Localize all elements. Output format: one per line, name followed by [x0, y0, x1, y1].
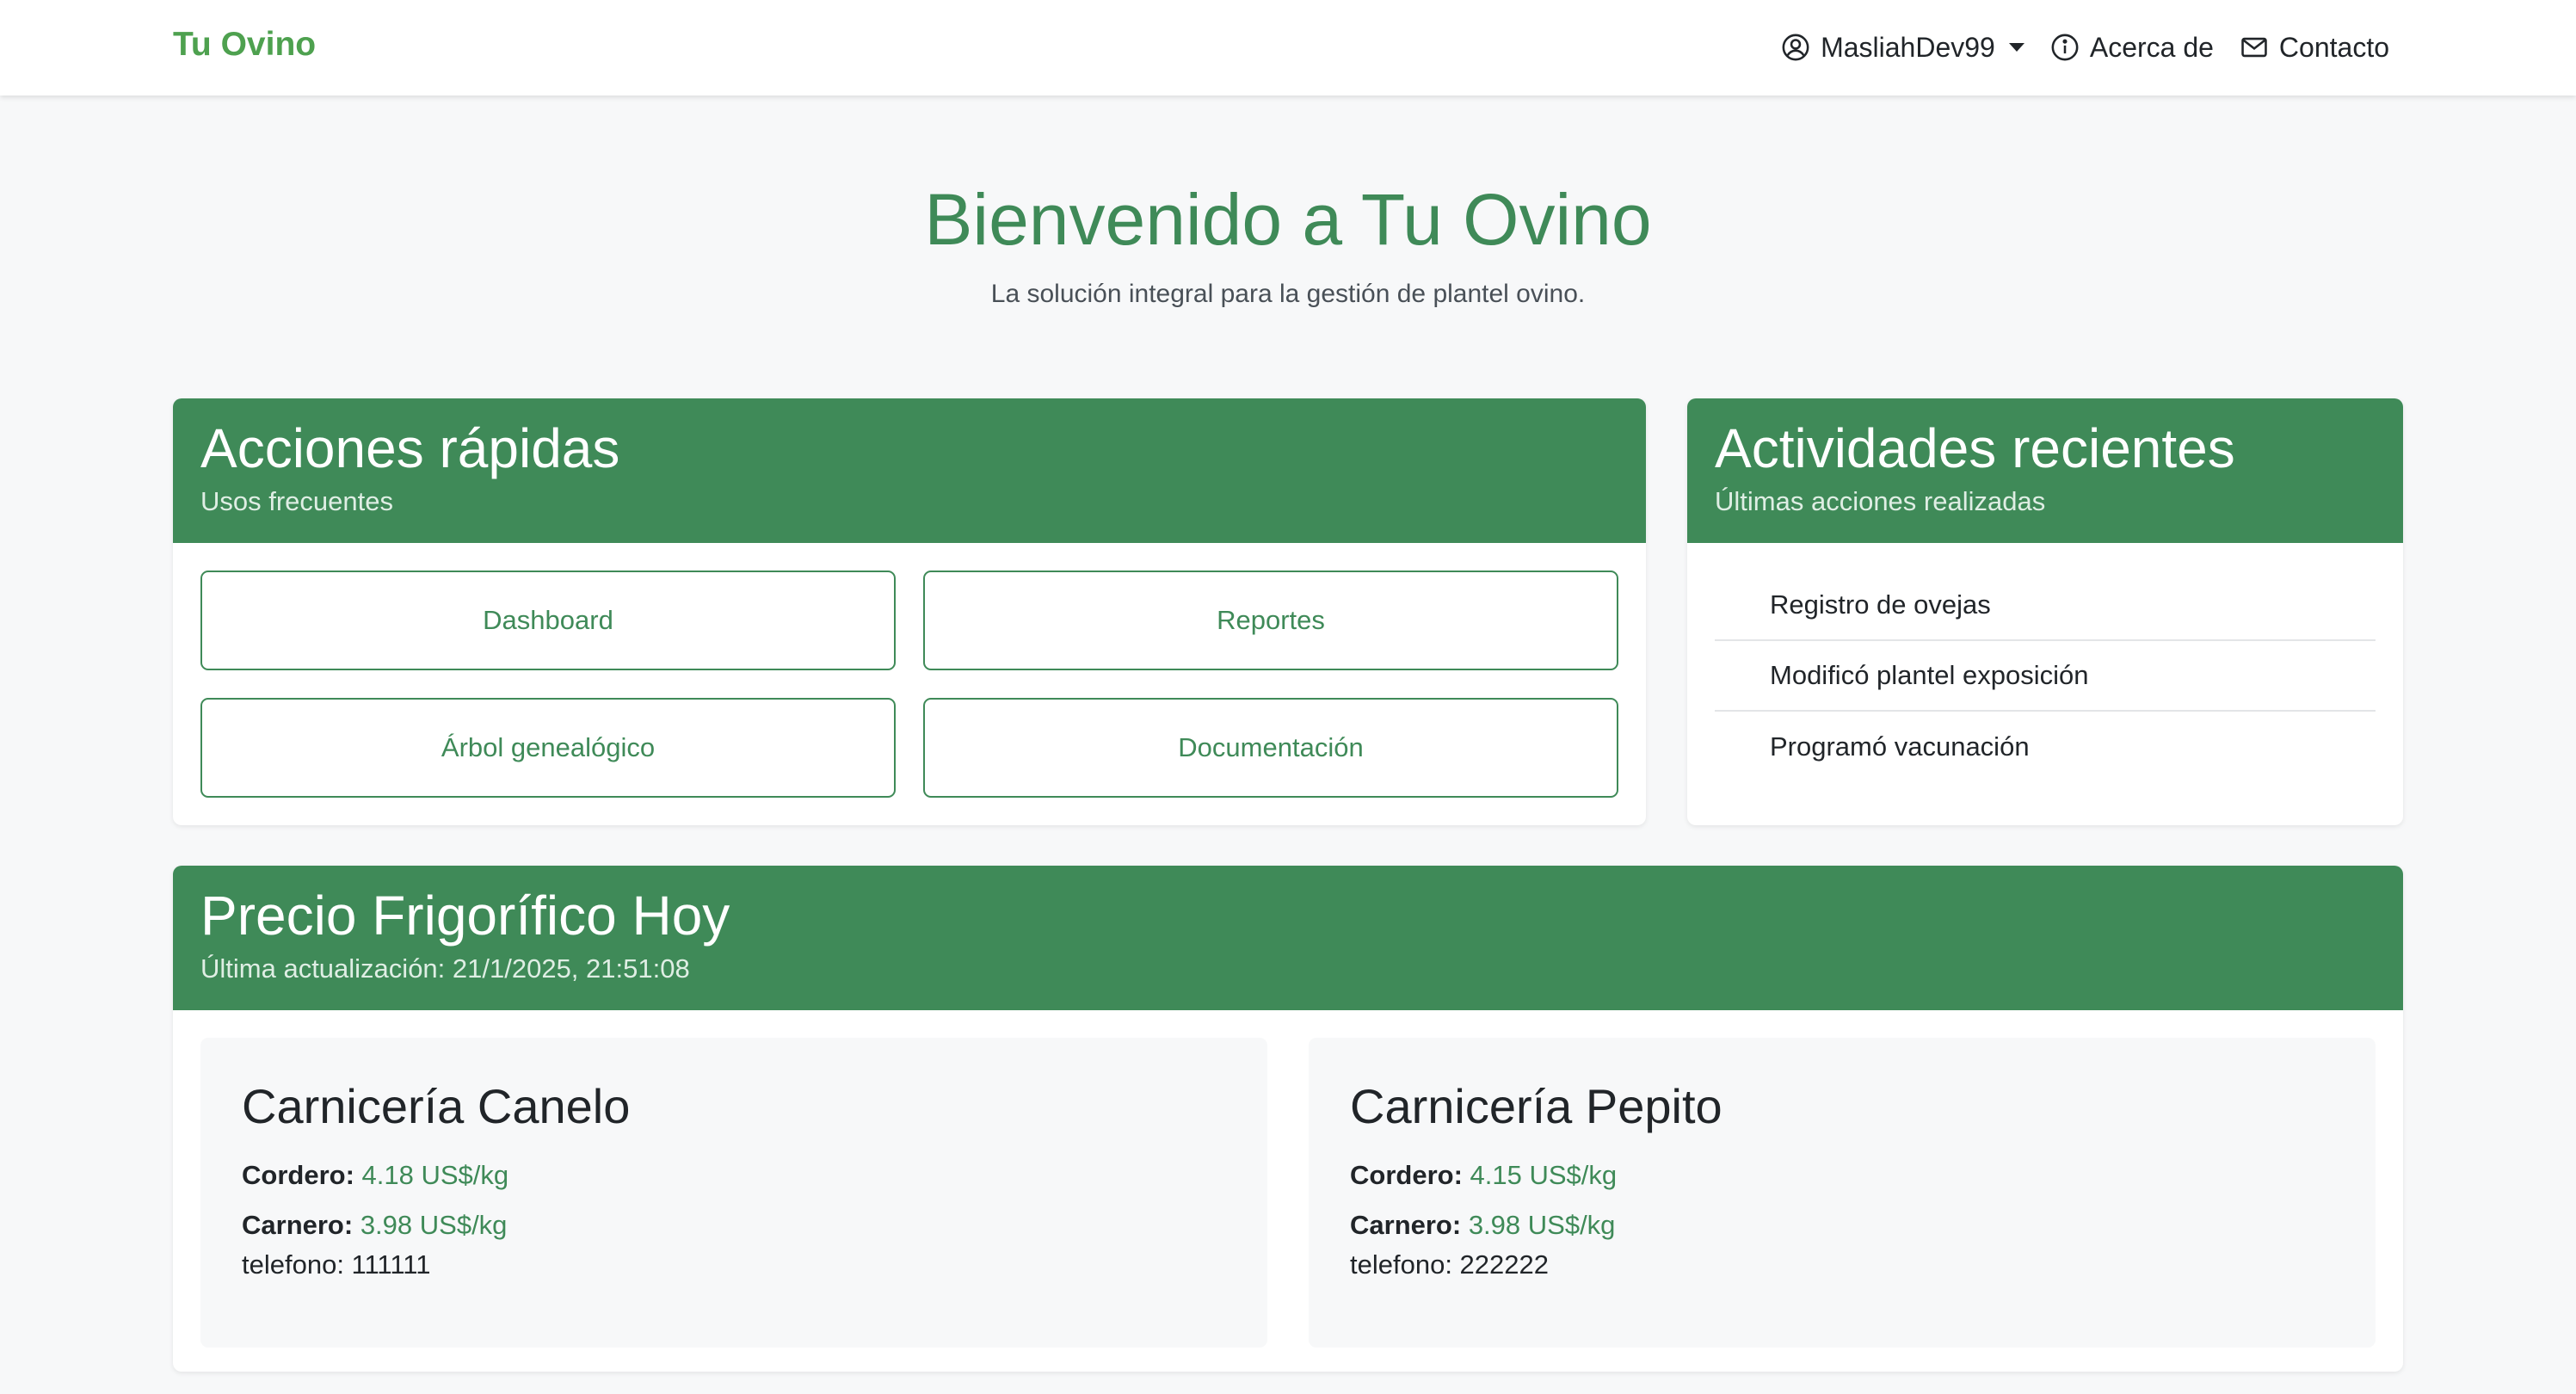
brand-link[interactable]: Tu Ovino [173, 26, 316, 64]
nav-links: MasliahDev99 Acerca de Contacto [1781, 26, 2389, 69]
cordero-value: 4.15 US$/kg [1470, 1160, 1618, 1190]
nav-about-link[interactable]: Acerca de [2050, 32, 2214, 64]
hero-section: Bienvenido a Tu Ovino La solución integr… [0, 176, 2576, 309]
activity-item: Modificó plantel exposición [1715, 641, 2376, 712]
recent-activities-card: Actividades recientes Últimas acciones r… [1687, 398, 2403, 825]
info-circle-icon [2051, 34, 2079, 61]
recent-activities-header: Actividades recientes Últimas acciones r… [1687, 398, 2403, 543]
user-name: MasliahDev99 [1821, 31, 1995, 63]
shop-phone: telefono: 222222 [1350, 1249, 1549, 1280]
recent-activities-title: Actividades recientes [1715, 417, 2235, 479]
quick-actions-card: Acciones rápidas Usos frecuentes Dashboa… [173, 398, 1646, 825]
caret-down-icon [2008, 43, 2024, 52]
carnero-label: Carnero: [1350, 1210, 1469, 1240]
shop-card: Carnicería Canelo Cordero: 4.18 US$/kg C… [200, 1038, 1267, 1348]
price-card: Precio Frigorífico Hoy Última actualizac… [173, 866, 2403, 1372]
carnero-price-row: Carnero: 3.98 US$/kg [242, 1210, 1226, 1241]
page-title: Bienvenido a Tu Ovino [924, 179, 1652, 260]
envelope-icon [2241, 37, 2267, 58]
user-menu-dropdown[interactable]: MasliahDev99 [1781, 32, 2024, 64]
cordero-price-row: Cordero: 4.18 US$/kg [242, 1160, 1226, 1191]
nav-contact-link[interactable]: Contacto [2240, 32, 2389, 64]
documentation-button[interactable]: Documentación [923, 698, 1618, 798]
dashboard-button[interactable]: Dashboard [200, 571, 896, 670]
activity-item: Registro de ovejas [1715, 571, 2376, 641]
quick-actions-title: Acciones rápidas [200, 417, 620, 479]
price-header: Precio Frigorífico Hoy Última actualizac… [173, 866, 2403, 1010]
activity-list: Registro de ovejas Modificó plantel expo… [1715, 571, 2376, 782]
shop-phone: telefono: 111111 [242, 1249, 431, 1280]
nav-contact-label: Contacto [2278, 31, 2389, 63]
family-tree-button[interactable]: Árbol genealógico [200, 698, 896, 798]
recent-activities-subtitle: Últimas acciones realizadas [1715, 486, 2046, 516]
price-last-updated: Última actualización: 21/1/2025, 21:51:0… [200, 953, 690, 984]
cordero-price-row: Cordero: 4.15 US$/kg [1350, 1160, 2334, 1191]
quick-actions-header: Acciones rápidas Usos frecuentes [173, 398, 1646, 543]
user-circle-icon [1782, 34, 1809, 61]
price-title: Precio Frigorífico Hoy [200, 885, 730, 947]
quick-actions-subtitle: Usos frecuentes [200, 486, 393, 516]
cordero-label: Cordero: [1350, 1160, 1470, 1190]
shop-card: Carnicería Pepito Cordero: 4.15 US$/kg C… [1309, 1038, 2376, 1348]
reports-button[interactable]: Reportes [923, 571, 1618, 670]
activity-item: Programó vacunación [1770, 731, 2030, 762]
shops-grid: Carnicería Canelo Cordero: 4.18 US$/kg C… [200, 1038, 2376, 1348]
page-subtitle: La solución integral para la gestión de … [990, 280, 1586, 308]
carnero-value: 3.98 US$/kg [1468, 1210, 1616, 1240]
nav-about-label: Acerca de [2089, 31, 2214, 63]
carnero-label: Carnero: [242, 1210, 361, 1240]
cordero-label: Cordero: [242, 1160, 362, 1190]
shop-name: Carnicería Canelo [242, 1079, 631, 1133]
carnero-price-row: Carnero: 3.98 US$/kg [1350, 1210, 2334, 1241]
quick-actions-grid: Dashboard Reportes Árbol genealógico Doc… [200, 571, 1618, 798]
cordero-value: 4.18 US$/kg [361, 1160, 509, 1190]
top-navbar: Tu Ovino MasliahDev99 Acerca de Contacto [0, 0, 2576, 96]
carnero-value: 3.98 US$/kg [360, 1210, 508, 1240]
shop-name: Carnicería Pepito [1350, 1079, 1722, 1133]
